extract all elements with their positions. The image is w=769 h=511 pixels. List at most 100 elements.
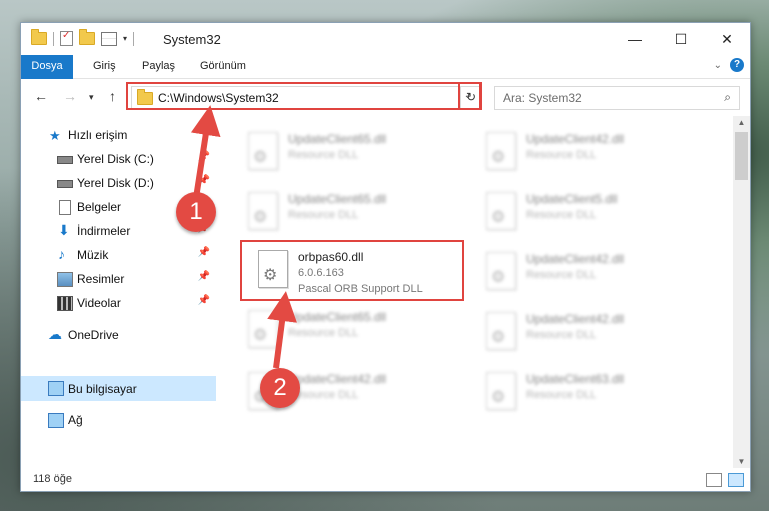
ribbon-tabs: Dosya Giriş Paylaş Görünüm ⌄ ? [21,55,750,107]
close-button[interactable]: ✕ [704,23,750,55]
file-description: Resource DLL [526,389,597,401]
search-icon[interactable]: ⌕ [724,90,731,105]
gear-icon: ⚙ [491,329,506,346]
navigation-bar: ← → ▾ ↑ C:\Windows\System32 ⌄ ↻ Ara: Sys… [21,79,750,116]
back-arrow-icon[interactable]: ← [34,88,48,104]
list-item[interactable]: ⚙ UpdateClient63.dll Resource DLL [476,366,696,418]
list-item[interactable]: ⚙ UpdateClient65.dll Resource DLL [238,186,458,238]
nav-item-label: Belgeler [77,200,122,214]
nav-item-label: Müzik [77,248,109,262]
drive-icon [57,156,73,164]
nav-onedrive-label: OneDrive [68,328,119,342]
gear-icon: ⚙ [253,209,268,226]
maximize-button[interactable]: ☐ [658,23,704,55]
folder-icon [31,29,47,45]
details-view-icon[interactable] [706,473,722,487]
file-name: UpdateClient42.dll [288,372,387,386]
nav-this-pc-label: Bu bilgisayar [68,382,137,396]
target-file-highlight-box [240,240,464,301]
file-description: Resource DLL [526,149,597,161]
gear-icon: ⚙ [253,149,268,166]
pin-icon[interactable]: 📌 [198,175,210,186]
dll-file-icon: ⚙ [486,192,516,230]
window-title: System32 [163,32,221,47]
file-name: UpdateClient65.dll [288,192,387,206]
refresh-highlight-box [458,82,482,110]
step-badge-1: 1 [176,192,216,232]
pin-icon[interactable]: 📌 [198,271,210,282]
file-description: Resource DLL [288,327,359,339]
nav-network[interactable]: Ağ [21,409,216,431]
ribbon-right-controls: ⌄ ? [714,58,744,72]
nav-item-label: İndirmeler [77,224,131,238]
scroll-thumb[interactable] [735,132,748,180]
tab-home[interactable]: Giriş [93,55,116,78]
gear-icon: ⚙ [253,327,268,344]
gear-icon: ⚙ [491,209,506,226]
navigation-pane: ★ Hızlı erişim Yerel Disk (C:) 📌 Yerel D… [21,116,216,468]
address-highlight-box [126,82,481,110]
toolbar-divider [53,31,54,46]
music-icon: ♪ [58,246,65,262]
cloud-icon: ☁ [48,326,62,342]
up-arrow-icon[interactable]: ↑ [109,88,116,104]
nav-music[interactable]: ♪ Müzik 📌 [21,244,216,266]
dll-file-icon: ⚙ [486,312,516,350]
recent-locations-chevron-icon[interactable]: ▾ [89,92,94,103]
list-item[interactable]: ⚙ UpdateClient65.dll Resource DLL [238,126,458,178]
scroll-down-icon[interactable]: ▼ [733,457,750,466]
tab-share[interactable]: Paylaş [142,55,175,78]
file-name: UpdateClient65.dll [288,132,387,146]
dll-file-icon: ⚙ [486,132,516,170]
network-icon [48,413,64,428]
nav-this-pc[interactable]: Bu bilgisayar [21,376,216,401]
scroll-up-icon[interactable]: ▲ [733,118,750,127]
vertical-scrollbar[interactable]: ▲ ▼ [733,116,750,468]
search-box[interactable]: Ara: System32 ⌕ [494,86,740,110]
expand-ribbon-icon[interactable]: ⌄ [714,60,722,71]
gear-icon: ⚙ [491,389,506,406]
nav-network-label: Ağ [68,413,83,427]
forward-arrow-icon[interactable]: → [63,88,77,104]
nav-quick-access-label: Hızlı erişim [68,128,128,142]
list-item[interactable]: ⚙ UpdateClient42.dll Resource DLL [476,246,696,298]
file-description: Resource DLL [526,329,597,341]
pin-icon[interactable]: 📌 [198,295,210,306]
nav-onedrive[interactable]: ☁ OneDrive [21,324,216,346]
help-icon[interactable]: ? [730,58,744,72]
window-controls: — ☐ ✕ [612,23,750,55]
nav-pictures[interactable]: Resimler 📌 [21,268,216,290]
file-name: UpdateClient42.dll [526,252,625,266]
file-name: UpdateClient5.dll [526,192,618,206]
pictures-icon [57,272,73,287]
nav-quick-access[interactable]: ★ Hızlı erişim [21,124,216,146]
nav-videos[interactable]: Videolar 📌 [21,292,216,314]
pin-icon[interactable]: 📌 [198,247,210,258]
view-options-icon[interactable] [101,31,117,46]
minimize-button[interactable]: — [612,23,658,55]
customize-toolbar-dropdown-icon[interactable]: ▾ [123,34,127,43]
search-input[interactable]: Ara: System32 [503,91,582,105]
nav-item-label: Yerel Disk (D:) [77,176,154,190]
quick-access-toolbar: ▾ [31,29,135,46]
pin-icon[interactable]: 📌 [198,151,210,162]
nav-local-disk-c[interactable]: Yerel Disk (C:) 📌 [21,148,216,170]
file-name: UpdateClient42.dll [526,132,625,146]
nav-item-label: Yerel Disk (C:) [77,152,154,166]
computer-icon [48,381,64,396]
new-folder-icon[interactable] [79,29,95,45]
title-bar: ▾ System32 — ☐ ✕ [21,23,750,55]
file-name: UpdateClient42.dll [526,312,625,326]
list-item[interactable]: ⚙ UpdateClient65.dll Resource DLL [238,304,458,356]
file-description: Resource DLL [288,209,359,221]
tab-view[interactable]: Görünüm [200,55,246,78]
list-item[interactable]: ⚙ UpdateClient42.dll Resource DLL [476,306,696,358]
status-bar: 118 öğe [21,468,750,491]
list-item[interactable]: ⚙ UpdateClient5.dll Resource DLL [476,186,696,238]
list-item[interactable]: ⚙ UpdateClient42.dll Resource DLL [476,126,696,178]
tiles-view-icon[interactable] [728,473,744,487]
view-toggle [706,473,744,487]
nav-local-disk-d[interactable]: Yerel Disk (D:) 📌 [21,172,216,194]
properties-icon[interactable] [60,30,73,46]
dll-file-icon: ⚙ [486,252,516,290]
